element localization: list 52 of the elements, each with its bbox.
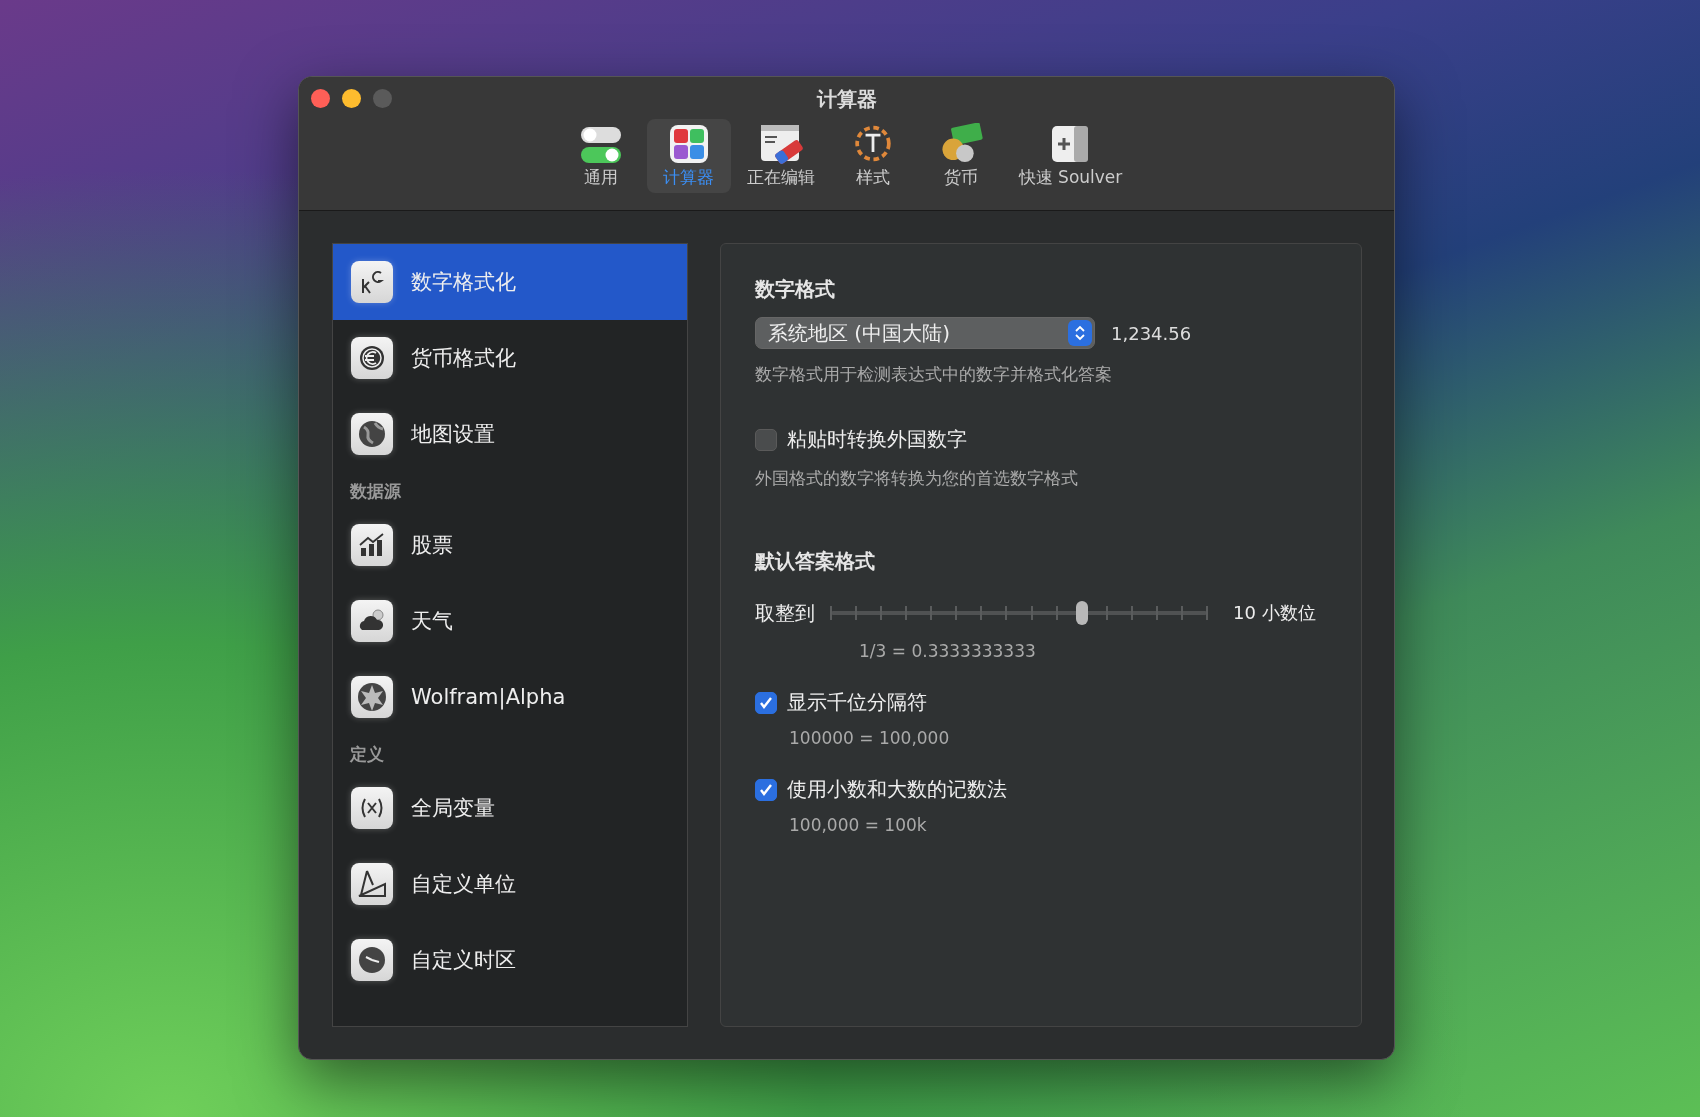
toolbar-tab[interactable]: 货币 xyxy=(918,119,1003,193)
toolbar-tab[interactable]: 快速 Soulver xyxy=(1006,119,1135,193)
sidebar-section-header: 数据源 xyxy=(349,480,402,503)
example-text: 100000 = 100,000 xyxy=(789,728,951,748)
description-text: 外国格式的数字将转换为您的首选数字格式 xyxy=(755,467,1079,490)
minimize-button[interactable] xyxy=(342,89,361,108)
clock-icon xyxy=(351,939,393,981)
cloud-sun-icon xyxy=(351,600,393,642)
slider-label: 取整到 xyxy=(755,599,815,627)
kg-letters-icon xyxy=(351,261,393,303)
sidebar-item[interactable]: 自定义单位 xyxy=(333,846,687,922)
checkbox-label: 粘贴时转换外国数字 xyxy=(787,426,967,453)
checkbox-label: 显示千位分隔符 xyxy=(787,689,927,716)
variable-x-icon xyxy=(351,787,393,829)
toolbar-tab[interactable]: 正在编辑 xyxy=(734,119,827,193)
sidebar-item[interactable]: 货币格式化 xyxy=(333,320,687,396)
checkbox[interactable] xyxy=(755,778,777,801)
up-down-chevron-icon xyxy=(1068,320,1092,346)
example-text: 1/3 = 0.3333333333 xyxy=(859,641,1037,661)
toolbar-tab[interactable]: 样式 xyxy=(830,119,915,193)
globe-icon xyxy=(351,413,393,455)
eraser-note-icon xyxy=(758,124,803,164)
number-preview: 1,234.56 xyxy=(1111,322,1192,344)
sidebar-item[interactable]: 数字格式化 xyxy=(333,244,687,320)
sidebar-item[interactable]: 全局变量 xyxy=(333,770,687,846)
checkbox[interactable] xyxy=(755,428,777,451)
calculator-icon xyxy=(668,124,709,164)
example-text: 100,000 = 100k xyxy=(789,815,928,835)
window-title: 计算器 xyxy=(816,86,877,113)
close-button[interactable] xyxy=(311,89,330,108)
slider-reading: 10 小数位 xyxy=(1233,601,1316,625)
sidebar-item[interactable]: 天气 xyxy=(333,583,687,659)
checkbox-label: 使用小数和大数的记数法 xyxy=(787,776,1007,803)
compass-ruler-icon xyxy=(351,863,393,905)
sidebar-item[interactable]: Wolfram|Alpha xyxy=(333,659,687,735)
slider-thumb[interactable] xyxy=(1075,601,1088,625)
checkbox[interactable] xyxy=(755,691,777,714)
bar-chart-icon xyxy=(351,524,393,566)
toolbar-tab[interactable]: 通用 xyxy=(558,119,643,193)
section-heading: 默认答案格式 xyxy=(755,548,876,575)
decimal-places-slider[interactable] xyxy=(831,599,1207,627)
star-badge-icon xyxy=(351,676,393,718)
sidebar-item[interactable]: 自定义时区 xyxy=(333,922,687,998)
sidebar-section-header: 定义 xyxy=(349,743,385,766)
toggle-switches-icon xyxy=(579,126,622,164)
euro-coin-icon xyxy=(351,337,393,379)
region-dropdown[interactable]: 系统地区 (中国大陆) xyxy=(755,317,1095,349)
description-text: 数字格式用于检测表达式中的数字并格式化答案 xyxy=(755,363,1113,386)
plus-panel-icon xyxy=(1050,124,1091,164)
sidebar-item[interactable]: 地图设置 xyxy=(333,396,687,472)
sidebar-item[interactable]: 股票 xyxy=(333,507,687,583)
section-heading: 数字格式 xyxy=(755,276,836,303)
